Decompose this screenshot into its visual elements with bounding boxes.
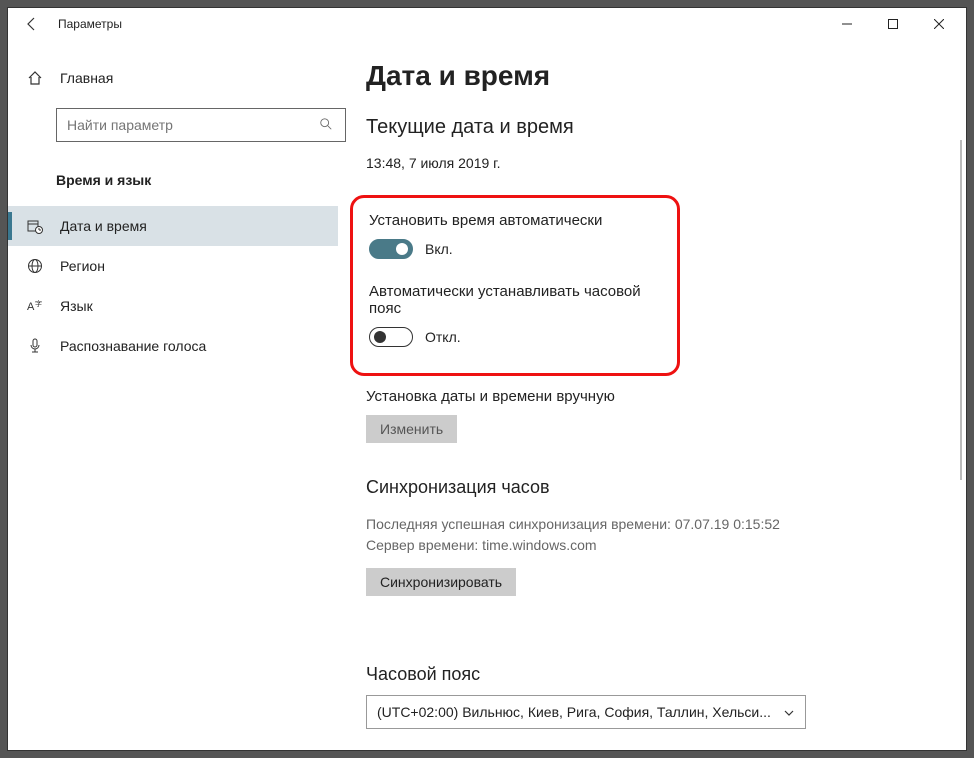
language-icon: A字: [26, 297, 44, 315]
scrollbar[interactable]: [960, 140, 962, 480]
change-button[interactable]: Изменить: [366, 415, 457, 443]
titlebar: Параметры: [8, 8, 966, 40]
search-icon: [319, 117, 335, 133]
globe-icon: [26, 257, 44, 275]
calendar-clock-icon: [26, 217, 44, 235]
current-datetime-header: Текущие дата и время: [366, 116, 938, 139]
home-nav[interactable]: Главная: [8, 60, 338, 96]
svg-text:字: 字: [35, 299, 42, 308]
sync-header: Синхронизация часов: [366, 477, 938, 498]
sidebar-group-title: Время и язык: [8, 150, 338, 206]
close-button[interactable]: [916, 8, 962, 40]
auto-time-toggle[interactable]: [369, 239, 413, 259]
chevron-down-icon: [783, 706, 795, 718]
sidebar-item-label: Регион: [60, 258, 105, 274]
sidebar-item-label: Дата и время: [60, 218, 147, 234]
auto-tz-toggle[interactable]: [369, 327, 413, 347]
microphone-icon: [26, 337, 44, 355]
page-title: Дата и время: [366, 60, 938, 92]
auto-time-label: Установить время автоматически: [369, 212, 661, 229]
auto-tz-state: Откл.: [425, 329, 461, 345]
manual-set-label: Установка даты и времени вручную: [366, 388, 938, 405]
maximize-button[interactable]: [870, 8, 916, 40]
home-icon: [26, 69, 44, 87]
sidebar-item-region[interactable]: Регион: [8, 246, 338, 286]
sync-button[interactable]: Синхронизировать: [366, 568, 516, 596]
sync-last-line: Последняя успешная синхронизация времени…: [366, 514, 938, 535]
sidebar: Главная Время и язык Дата и время: [8, 40, 338, 750]
search-input[interactable]: [56, 108, 346, 142]
sidebar-item-date-time[interactable]: Дата и время: [8, 206, 338, 246]
sidebar-item-speech[interactable]: Распознавание голоса: [8, 326, 338, 366]
search-field[interactable]: [67, 117, 319, 133]
highlight-box: Установить время автоматически Вкл. Авто…: [350, 195, 680, 376]
tz-header: Часовой пояс: [366, 664, 938, 685]
home-label: Главная: [60, 70, 113, 86]
sync-server-line: Сервер времени: time.windows.com: [366, 535, 938, 556]
sidebar-item-language[interactable]: A字 Язык: [8, 286, 338, 326]
settings-window: Параметры Главная Врем: [7, 7, 967, 751]
timezone-select[interactable]: (UTC+02:00) Вильнюс, Киев, Рига, София, …: [366, 695, 806, 729]
back-button[interactable]: [12, 8, 52, 40]
auto-time-state: Вкл.: [425, 241, 453, 257]
current-datetime-value: 13:48, 7 июля 2019 г.: [366, 155, 938, 171]
window-title: Параметры: [58, 17, 122, 31]
sidebar-item-label: Распознавание голоса: [60, 338, 206, 354]
auto-tz-label: Автоматически устанавливать часовой пояс: [369, 283, 661, 317]
content-area: Дата и время Текущие дата и время 13:48,…: [338, 40, 966, 750]
sidebar-item-label: Язык: [60, 298, 93, 314]
minimize-button[interactable]: [824, 8, 870, 40]
svg-text:A: A: [27, 301, 35, 313]
timezone-value: (UTC+02:00) Вильнюс, Киев, Рига, София, …: [377, 704, 771, 720]
